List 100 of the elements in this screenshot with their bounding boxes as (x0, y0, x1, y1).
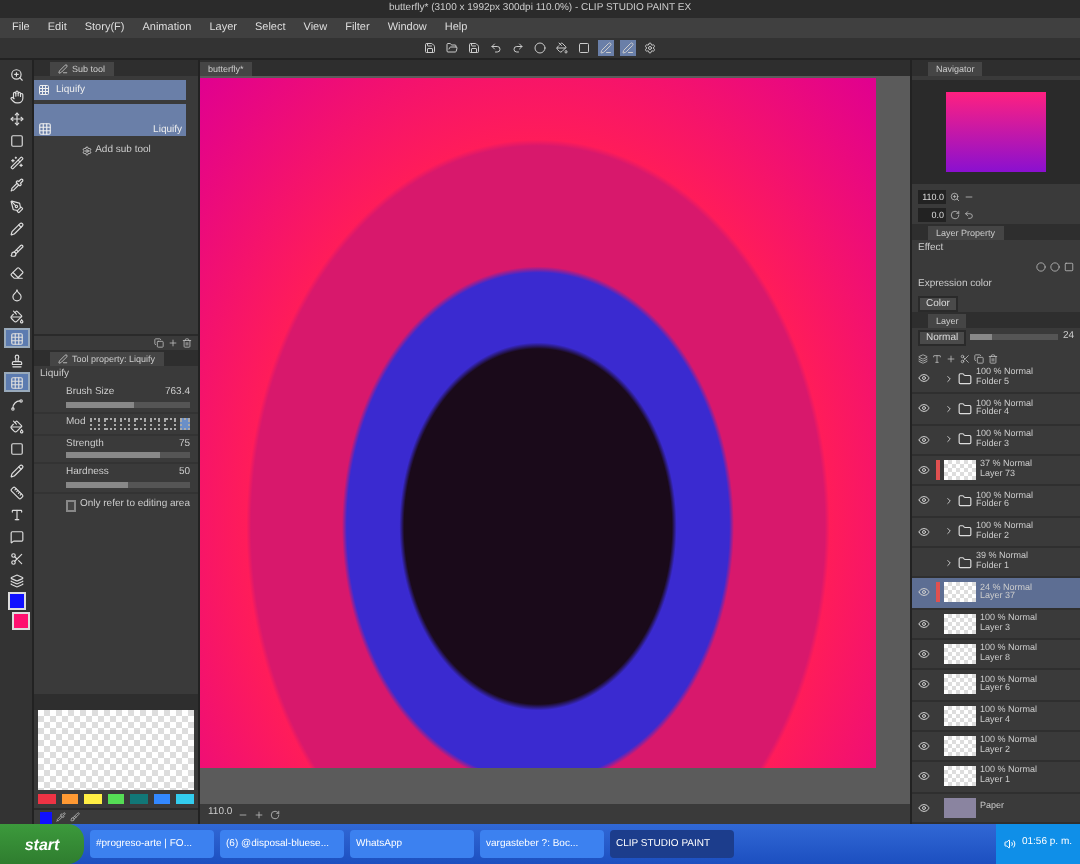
brush-icon (58, 64, 68, 74)
layer-thumbnail (944, 674, 976, 695)
tool-icon (9, 287, 23, 301)
layer-tool-icon (988, 353, 998, 363)
zoom-out-icon (964, 192, 974, 202)
layer-thumbnail (944, 582, 976, 603)
eye-icon[interactable] (918, 678, 930, 691)
toolbar-button[interactable] (466, 40, 482, 56)
tool-icon (9, 551, 23, 565)
tool-icon (9, 199, 23, 213)
tool-icon (9, 375, 23, 389)
toolbar-icon (446, 42, 458, 54)
tool-icon (9, 155, 23, 169)
tool-icon (9, 309, 23, 323)
folder-icon (958, 371, 972, 386)
add-icon (168, 337, 178, 348)
toolbar-button[interactable] (554, 40, 570, 56)
toolbar-icon (490, 42, 502, 54)
eye-icon[interactable] (918, 402, 930, 415)
sub-color-swatch[interactable] (12, 612, 30, 630)
toolbar-button[interactable] (422, 40, 438, 56)
tool-icon (9, 133, 23, 147)
tool-icon (9, 529, 23, 543)
mode-button[interactable] (104, 417, 116, 430)
mode-button[interactable] (164, 417, 176, 430)
zoom-in-icon (254, 809, 265, 819)
start-button[interactable]: start (0, 824, 84, 864)
eye-icon[interactable] (918, 770, 930, 783)
palette-color[interactable] (61, 794, 79, 804)
layer-thumbnail (944, 613, 976, 634)
eye-icon[interactable] (918, 801, 930, 814)
layer-thumbnail (944, 705, 976, 726)
eye-icon[interactable] (918, 525, 930, 538)
mode-button[interactable] (149, 417, 161, 430)
chevron-icon (944, 373, 954, 384)
chevron-icon (944, 557, 954, 568)
grid-icon (38, 122, 52, 136)
toolbar-button[interactable] (532, 40, 548, 56)
layer-tool-icon (932, 353, 942, 363)
checkbox[interactable] (66, 499, 76, 512)
tool-icon (9, 89, 23, 103)
mode-button[interactable] (89, 417, 101, 430)
toolbar-icon (468, 42, 480, 54)
chevron-icon (944, 434, 954, 445)
gear-icon (81, 146, 92, 157)
toolbar-icon (534, 42, 546, 54)
palette-color[interactable] (107, 794, 125, 804)
trash-icon (182, 337, 192, 348)
eye-icon[interactable] (918, 648, 930, 661)
eye-icon[interactable] (918, 494, 930, 507)
layer-tool-icon (946, 353, 956, 363)
tool-icon (9, 419, 23, 433)
palette-color[interactable] (84, 794, 102, 804)
toolbar-icon (600, 42, 612, 54)
tool-icon (9, 67, 23, 81)
chevron-icon (944, 403, 954, 414)
eye-icon[interactable] (918, 433, 930, 446)
eye-icon[interactable] (918, 586, 930, 599)
layer-tool-icon (918, 353, 928, 363)
mode-button[interactable] (134, 417, 146, 430)
tool-icon (9, 243, 23, 257)
tool-button[interactable] (3, 372, 29, 392)
folder-icon (958, 555, 972, 570)
layer-tool-icon (960, 353, 970, 363)
toolbar-button[interactable] (488, 40, 504, 56)
toolbar-button[interactable] (444, 40, 460, 56)
toolbar-icon (622, 42, 634, 54)
eye-icon[interactable] (918, 617, 930, 630)
toolbar-icon (512, 42, 524, 54)
eye-icon[interactable] (918, 740, 930, 753)
layer-thumbnail (944, 460, 976, 481)
palette-color[interactable] (153, 794, 171, 804)
palette-color[interactable] (38, 794, 56, 804)
property-slider[interactable] (66, 401, 190, 408)
toolbar-button[interactable] (510, 40, 526, 56)
tool-button[interactable] (3, 328, 29, 348)
eye-icon[interactable] (918, 372, 930, 385)
eyedropper-icon (56, 812, 66, 822)
tool-icon (9, 353, 23, 367)
tool-icon (9, 441, 23, 455)
property-slider[interactable] (66, 481, 190, 488)
main-color-swatch[interactable] (7, 592, 25, 610)
zoom-in-icon (950, 192, 960, 202)
undo-icon (964, 210, 974, 220)
palette-color[interactable] (176, 794, 195, 804)
palette-color[interactable] (130, 794, 148, 804)
tool-icon (9, 331, 23, 345)
toolbar-button[interactable] (642, 40, 658, 56)
mode-button[interactable] (179, 417, 191, 430)
mode-button[interactable] (119, 417, 131, 430)
toolbar-icon (556, 42, 568, 54)
layer-thumbnail (944, 766, 976, 787)
toolbar-button[interactable] (576, 40, 592, 56)
property-slider[interactable] (66, 452, 190, 459)
toolbar-icon (424, 42, 436, 54)
tool-icon (9, 397, 23, 411)
layer-tool-icon (974, 353, 984, 363)
eye-icon[interactable] (918, 709, 930, 722)
eye-icon[interactable] (918, 464, 930, 477)
chevron-icon (944, 495, 954, 506)
